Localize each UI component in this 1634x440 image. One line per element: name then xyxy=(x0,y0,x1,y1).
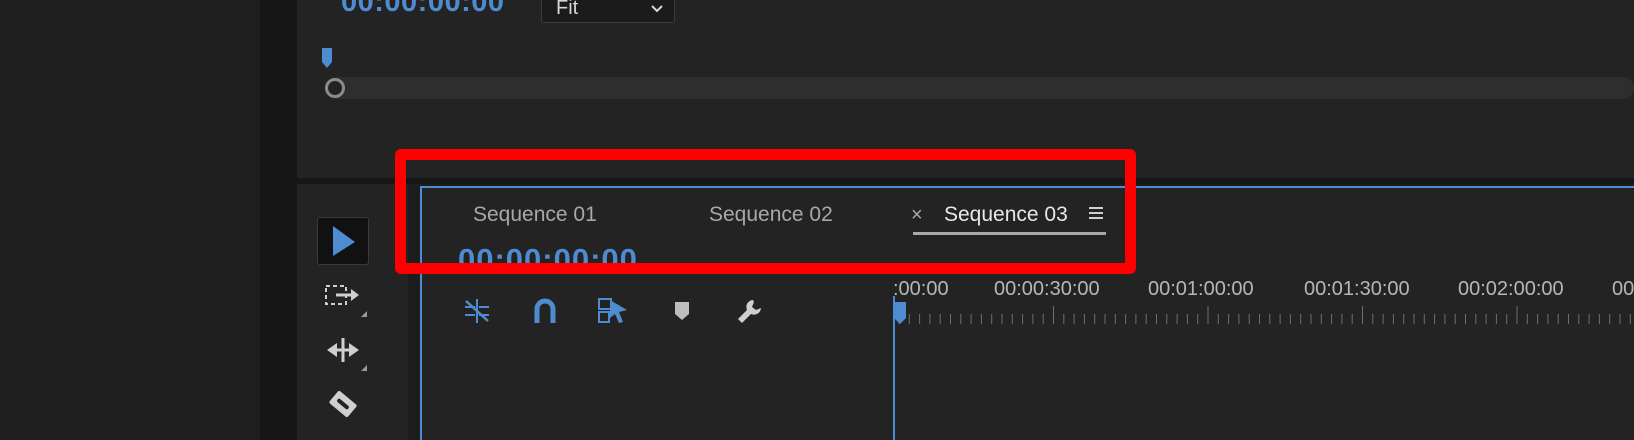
razor-tool[interactable] xyxy=(317,380,369,428)
snap-magnet-icon xyxy=(534,298,556,323)
razor-icon xyxy=(329,390,357,418)
ruler-label: 00:02:00:00 xyxy=(1458,278,1564,300)
highlight-box xyxy=(395,149,1136,274)
left-panel xyxy=(0,0,260,440)
panel-divider-vertical[interactable] xyxy=(260,0,297,440)
selection-tool[interactable] xyxy=(317,217,369,265)
program-playhead-icon[interactable] xyxy=(322,48,332,70)
nest-toggle-button[interactable] xyxy=(461,296,493,326)
ruler-label: 00: xyxy=(1612,278,1634,300)
marker-icon xyxy=(675,302,689,320)
add-marker-button[interactable] xyxy=(666,296,698,326)
ripple-edit-tool[interactable] xyxy=(317,326,369,374)
timeline-ruler[interactable] xyxy=(893,306,1634,326)
timeline-playhead-icon[interactable] xyxy=(894,302,906,326)
program-timecode[interactable]: 00:00:00:00 xyxy=(341,0,505,19)
ruler-label: 00:00:30:00 xyxy=(994,278,1100,300)
wrench-icon xyxy=(738,300,761,323)
nest-icon xyxy=(465,299,489,323)
ruler-label: 00:01:00:00 xyxy=(1148,278,1254,300)
chevron-down-icon xyxy=(650,0,664,24)
selection-arrow-icon xyxy=(333,226,355,256)
linked-selection-button[interactable] xyxy=(597,296,629,326)
program-scroll-bar[interactable] xyxy=(327,77,1634,99)
fit-select[interactable]: Fit xyxy=(541,0,675,23)
ripple-edit-icon xyxy=(327,338,359,362)
tool-flyout-indicator xyxy=(361,365,367,371)
ruler-label: 00:01:30:00 xyxy=(1304,278,1410,300)
fit-select-value: Fit xyxy=(556,0,579,19)
timeline-settings-button[interactable] xyxy=(734,296,766,326)
linked-selection-icon xyxy=(598,298,627,323)
scroll-handle[interactable] xyxy=(325,78,345,98)
track-select-tool[interactable] xyxy=(317,272,369,320)
track-select-forward-icon xyxy=(325,285,359,305)
snap-button[interactable] xyxy=(529,296,561,326)
tool-flyout-indicator xyxy=(361,311,367,317)
ruler-label: :00:00 xyxy=(893,278,949,300)
